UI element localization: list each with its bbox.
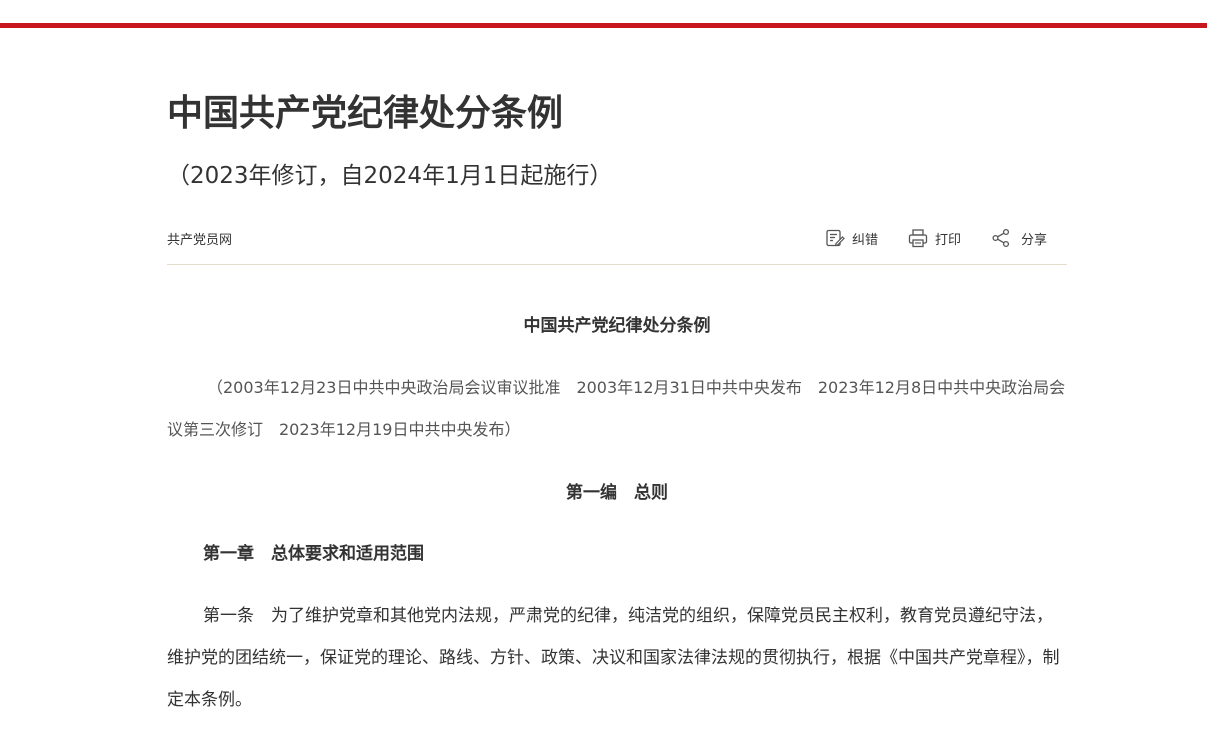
printer-icon <box>908 228 935 248</box>
edit-icon <box>825 228 852 248</box>
print-button[interactable]: 打印 <box>908 228 961 248</box>
page-title: 中国共产党纪律处分条例 <box>167 93 564 134</box>
source-label: 共产党员网 <box>167 233 233 248</box>
article-origin-note: （2003年12月23日中共中央政治局会议审议批准 2003年12月31日中共中… <box>167 378 1066 439</box>
chapter-heading: 第一章 总体要求和适用范围 <box>203 544 424 564</box>
share-label: 分享 <box>1020 232 1047 248</box>
correct-label: 纠错 <box>851 232 878 248</box>
print-label: 打印 <box>934 232 961 248</box>
article-meta-bar: 共产党员网 纠错 打印 分享 <box>167 222 1067 265</box>
top-accent-bar <box>0 23 1207 28</box>
page-subtitle: （2023年修订，自2024年1月1日起施行） <box>167 163 613 189</box>
correct-button[interactable]: 纠错 <box>825 228 878 248</box>
article-title: 中国共产党纪律处分条例 <box>523 316 711 336</box>
article-tools: 纠错 打印 分享 <box>825 228 1047 248</box>
share-button[interactable]: 分享 <box>991 228 1047 248</box>
share-icon <box>991 228 1021 248</box>
part-heading: 第一编 总则 <box>566 483 668 503</box>
article-paragraph: 第一条 为了维护党章和其他党内法规，严肃党的纪律，纯洁党的组织，保障党员民主权利… <box>167 606 1060 710</box>
